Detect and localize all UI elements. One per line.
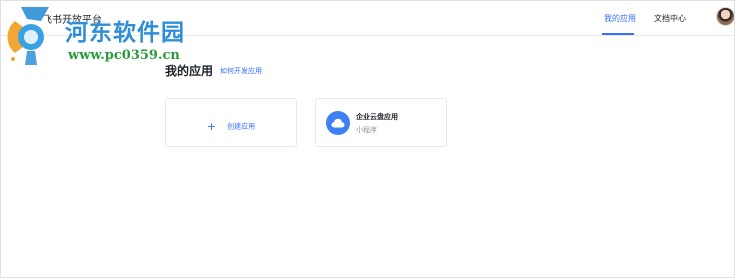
nav-tab-my-apps[interactable]: 我的应用 <box>604 13 636 24</box>
watermark-url: www.pc0359.cn <box>68 48 180 63</box>
brand-name[interactable]: 飞书开放平台 <box>42 11 102 26</box>
cloud-icon <box>331 118 345 128</box>
active-tab-indicator <box>602 33 634 35</box>
plus-icon: + <box>206 120 217 133</box>
app-name: 企业云盘应用 <box>356 113 398 121</box>
create-app-label: 创建应用 <box>227 122 256 131</box>
user-avatar[interactable] <box>716 7 735 26</box>
nav-tab-docs-center[interactable]: 文档中心 <box>654 13 686 24</box>
app-type-label: 小程序 <box>356 126 377 134</box>
how-to-develop-link[interactable]: 如何开发应用 <box>220 66 262 76</box>
app-icon <box>326 111 350 135</box>
page-title: 我的应用 <box>165 64 214 78</box>
app-card-enterprise-cloud-drive[interactable]: 企业云盘应用 小程序 <box>315 98 447 147</box>
create-app-card[interactable]: + 创建应用 <box>165 98 297 147</box>
top-navigation-bar: 飞书开放平台 我的应用 文档中心 <box>1 1 735 36</box>
